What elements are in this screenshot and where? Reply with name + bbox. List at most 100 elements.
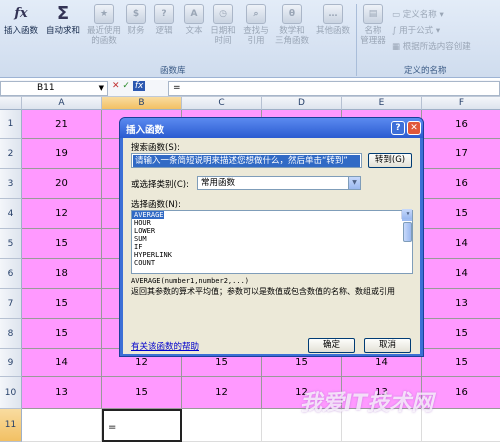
math-button[interactable]: θ 数学和 三角函数 xyxy=(272,4,312,46)
use-in-formula-command[interactable]: ∫ 用于公式 ▾ xyxy=(392,24,440,36)
scroll-down-icon[interactable]: ▼ xyxy=(402,209,412,219)
formula-bar: B11 ▼ ✕ ✓ fx = xyxy=(0,80,500,97)
close-icon[interactable]: ✕ xyxy=(407,121,421,135)
other-functions-button[interactable]: … 其他函数 xyxy=(314,4,352,36)
star-book-icon: ★ xyxy=(94,4,114,24)
list-item[interactable]: COUNT xyxy=(132,259,412,267)
cancel-button[interactable]: 取消 xyxy=(364,338,411,353)
table-cell[interactable]: 16 xyxy=(422,169,500,199)
dialog-body: 搜索函数(S): 请输入一条简短说明来描述您想做什么，然后单击“转到” 转到(G… xyxy=(123,138,420,354)
name-manager-button[interactable]: ▤ 名称 管理器 xyxy=(358,4,388,46)
row-header[interactable]: 8 xyxy=(0,319,22,349)
table-cell[interactable]: 12 xyxy=(182,377,262,409)
text-book-icon: A xyxy=(184,4,204,24)
column-header-e[interactable]: E xyxy=(342,97,422,110)
row-header[interactable]: 1 xyxy=(0,110,22,139)
row-header[interactable]: 7 xyxy=(0,289,22,319)
table-cell[interactable]: 14 xyxy=(422,259,500,289)
enter-check-icon[interactable]: ✓ xyxy=(122,81,130,91)
row-header[interactable]: 3 xyxy=(0,169,22,199)
table-cell[interactable]: 15 xyxy=(22,289,102,319)
table-cell[interactable]: 15 xyxy=(422,319,500,349)
more-book-icon: … xyxy=(323,4,343,24)
watermark-text: 我爱IT技术网 xyxy=(300,391,434,416)
table-cell[interactable]: 21 xyxy=(22,110,102,139)
insert-function-button[interactable]: fx 插入函数 xyxy=(4,4,38,36)
list-scrollbar[interactable]: ▲ ▼ xyxy=(401,209,412,242)
table-cell[interactable]: 17 xyxy=(422,139,500,169)
list-item[interactable]: IF xyxy=(132,243,412,251)
table-cell[interactable]: 16 xyxy=(422,377,500,409)
column-header-b[interactable]: B xyxy=(102,97,182,110)
column-header-a[interactable]: A xyxy=(22,97,102,110)
list-item[interactable]: HYPERLINK xyxy=(132,251,412,259)
function-description: 返回其参数的算术平均值；参数可以是数值或包含数值的名称、数组或引用 xyxy=(131,287,395,296)
group-divider xyxy=(356,4,357,76)
chevron-down-icon[interactable]: ▼ xyxy=(348,177,360,189)
table-cell[interactable] xyxy=(422,409,500,442)
finance-button[interactable]: $ 财务 xyxy=(124,4,148,36)
table-cell[interactable]: 19 xyxy=(22,139,102,169)
row-header[interactable]: 2 xyxy=(0,139,22,169)
table-cell[interactable]: 15 xyxy=(22,319,102,349)
row-header[interactable]: 9 xyxy=(0,349,22,377)
table-cell[interactable]: 18 xyxy=(22,259,102,289)
search-input[interactable]: 请输入一条简短说明来描述您想做什么，然后单击“转到” xyxy=(131,153,362,168)
function-signature: AVERAGE(number1,number2,...) xyxy=(131,277,250,285)
table-cell[interactable]: 13 xyxy=(22,377,102,409)
formula-input[interactable]: = xyxy=(168,81,500,96)
sigma-icon: Σ xyxy=(56,3,70,24)
table-cell[interactable]: 20 xyxy=(22,169,102,199)
table-cell[interactable]: 13 xyxy=(422,289,500,319)
dialog-title: 插入函数 xyxy=(120,118,423,138)
lookup-book-icon: ⌕ xyxy=(246,4,266,24)
select-all-corner[interactable] xyxy=(0,97,22,110)
logic-button[interactable]: ? 逻辑 xyxy=(152,4,176,36)
help-link[interactable]: 有关该函数的帮助 xyxy=(131,340,199,352)
lookup-button[interactable]: ⌕ 查找与 引用 xyxy=(240,4,272,46)
fx-icon[interactable]: fx xyxy=(132,81,146,91)
define-name-command[interactable]: ▭ 定义名称 ▾ xyxy=(392,8,444,20)
list-item[interactable]: SUM xyxy=(132,235,412,243)
list-item[interactable]: LOWER xyxy=(132,227,412,235)
table-cell[interactable]: 15 xyxy=(102,377,182,409)
column-header-d[interactable]: D xyxy=(262,97,342,110)
finance-book-icon: $ xyxy=(126,4,146,24)
table-cell[interactable] xyxy=(22,409,102,442)
table-cell[interactable] xyxy=(182,409,262,442)
help-icon[interactable]: ? xyxy=(391,121,405,135)
list-item[interactable]: AVERAGE xyxy=(132,211,164,219)
row-header[interactable]: 10 xyxy=(0,377,22,409)
scroll-thumb[interactable] xyxy=(403,222,412,242)
category-select[interactable]: 常用函数 ▼ xyxy=(197,176,361,190)
go-button[interactable]: 转到(G) xyxy=(368,153,412,168)
table-cell[interactable]: 14 xyxy=(422,229,500,259)
function-list[interactable]: AVERAGE HOUR LOWER SUM IF HYPERLINK COUN… xyxy=(131,209,413,274)
table-cell[interactable]: 15 xyxy=(422,349,500,377)
cancel-icon[interactable]: ✕ xyxy=(112,81,120,91)
list-item[interactable]: HOUR xyxy=(132,219,412,227)
table-cell[interactable]: 15 xyxy=(22,229,102,259)
table-cell[interactable]: 12 xyxy=(22,199,102,229)
column-header-c[interactable]: C xyxy=(182,97,262,110)
create-from-selection-command[interactable]: ▦ 根据所选内容创建 xyxy=(392,40,471,52)
row-header[interactable]: 11 xyxy=(0,409,22,442)
recent-functions-button[interactable]: ★ 最近使用 的函数 xyxy=(86,4,122,46)
ok-button[interactable]: 确定 xyxy=(308,338,355,353)
row-header[interactable]: 4 xyxy=(0,199,22,229)
row-header[interactable]: 6 xyxy=(0,259,22,289)
text-button[interactable]: A 文本 xyxy=(182,4,206,36)
active-cell[interactable]: = xyxy=(102,409,182,442)
column-header-f[interactable]: F xyxy=(422,97,500,110)
name-box[interactable]: B11 ▼ xyxy=(0,81,108,96)
fx-icon: fx xyxy=(14,6,28,21)
autosum-button[interactable]: Σ 自动求和 xyxy=(44,3,82,37)
table-cell[interactable]: 14 xyxy=(22,349,102,377)
datetime-button[interactable]: ◷ 日期和 时间 xyxy=(208,4,238,46)
defined-names-label: 定义的名称 xyxy=(404,66,447,76)
dropdown-arrow-icon[interactable]: ▼ xyxy=(99,82,104,95)
row-header[interactable]: 5 xyxy=(0,229,22,259)
search-label: 搜索函数(S): xyxy=(131,143,180,153)
table-cell[interactable]: 15 xyxy=(422,199,500,229)
table-cell[interactable]: 16 xyxy=(422,110,500,139)
